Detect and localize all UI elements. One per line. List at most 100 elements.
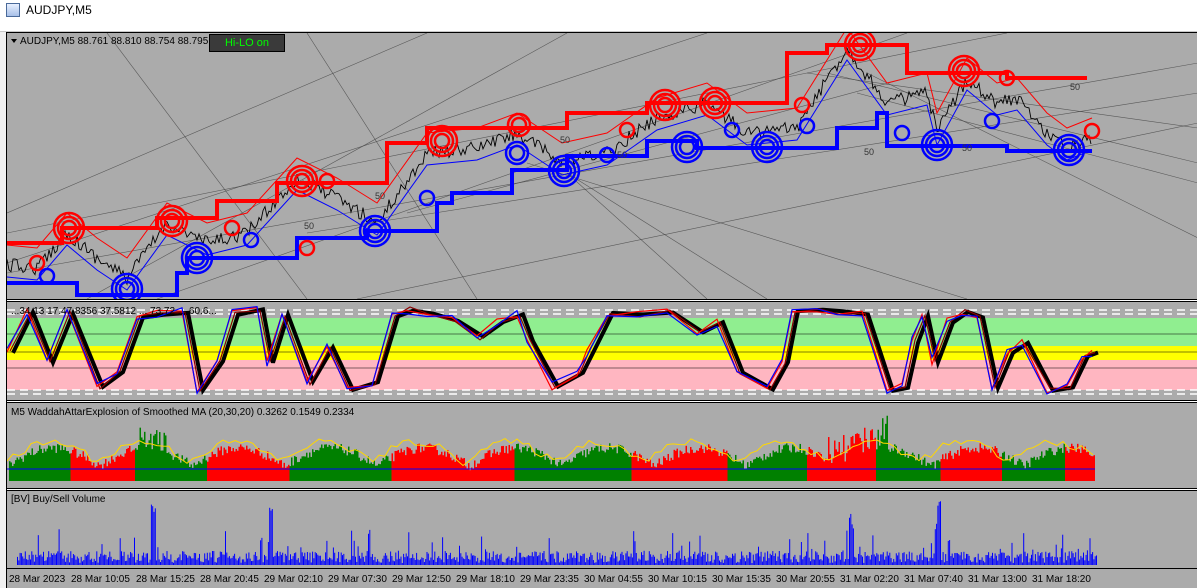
volume-bar [659,560,661,565]
waddah-bar [183,461,185,481]
volume-bar [943,562,945,565]
waddah-bar [750,460,752,481]
waddah-bar [328,444,330,481]
volume-bar [465,552,467,565]
volume-pane[interactable]: [BV] Buy/Sell Volume [7,491,1197,568]
waddah-bar [519,449,521,481]
waddah-bar [436,450,438,481]
volume-bar [728,557,730,565]
waddah-bar [219,450,221,481]
volume-bar [691,558,693,565]
waddah-bar [661,464,663,481]
waddah-bar [480,459,482,481]
waddah-bar [796,451,798,481]
time-tick: 31 Mar 02:20 [840,574,899,585]
volume-bar [1005,557,1006,565]
volume-bar [188,555,190,565]
volume-bar [369,529,371,565]
volume-bar [839,559,841,565]
volume-bar [82,561,83,565]
waddah-bar [648,461,650,481]
waddah-bar [564,462,566,481]
waddah-bar [642,458,644,481]
volume-bar [1014,557,1016,565]
volume-bar [392,560,394,565]
waddah-bar [441,451,443,481]
volume-bar [33,561,35,565]
volume-bar [434,551,436,565]
volume-bar [520,552,522,565]
waddah-bar [133,449,135,481]
chart-area[interactable]: 50 50 50 50 50 50 50 AUDJPY,M5 88.761 88.810 8… [6,32,1197,588]
volume-bar [1041,552,1043,565]
waddah-bar [487,450,489,481]
waddah-bar [471,467,473,481]
waddah-bar [139,427,141,481]
volume-bar [284,553,286,565]
waddah-bar [528,447,530,481]
volume-bar [683,555,685,565]
volume-bar [472,555,473,565]
waddah-bar [369,463,371,481]
volume-bar [720,562,722,565]
volume-bar [37,535,39,565]
volume-bar [452,558,454,565]
volume-bar [400,556,402,565]
waddah-bar [652,463,654,481]
volume-bar [1080,555,1082,565]
volume-bar [429,560,431,565]
oversold-zone [7,360,1197,390]
volume-bar [518,552,520,565]
time-axis[interactable]: 28 Mar 2023 28 Mar 10:05 28 Mar 15:25 28… [7,568,1197,588]
volume-bar [280,554,282,565]
waddah-bar [685,445,687,481]
hilo-toggle-button[interactable]: Hi-LO on [209,34,285,52]
stochastic-pane[interactable]: ...34.13 17.47 8356 37.5812 ... 73.72 ..… [7,302,1197,400]
volume-bar [396,559,398,565]
waddah-pane[interactable]: M5 WaddahAttarExplosion of Smoothed MA (… [7,403,1197,488]
waddah-bar [1084,446,1086,481]
volume-bar [967,553,969,565]
volume-bar [297,558,299,565]
waddah-bar [937,460,939,481]
volume-bar [1093,559,1095,565]
volume-bar [760,551,762,565]
waddah-bar [850,436,852,481]
waddah-bar [64,447,66,481]
volume-bar [673,560,675,565]
waddah-bar [720,452,722,481]
volume-bar [395,552,397,565]
fan-line [566,172,768,299]
volume-bar [602,555,603,565]
waddah-bar [525,445,527,481]
waddah-bar [882,418,884,481]
waddah-bar [970,450,972,481]
volume-bar [759,556,761,565]
price-pane[interactable]: 50 50 50 50 50 50 50 AUDJPY,M5 88.761 88.810 8… [7,33,1197,299]
waddah-bar [120,454,122,481]
volume-bar [67,553,69,565]
volume-bar [819,559,821,565]
volume-bar [504,562,506,565]
volume-bar [538,555,540,565]
volume-bar [546,561,548,565]
volume-bar [1037,551,1039,565]
volume-bar [646,560,648,565]
volume-bar [807,533,809,565]
volume-bar [249,558,251,565]
waddah-bar [160,450,162,481]
volume-bar [995,555,997,565]
dropdown-icon[interactable] [11,39,17,44]
waddah-bar [532,452,534,481]
volume-bar [729,557,731,565]
volume-bar [855,557,857,565]
volume-bar [343,553,345,565]
waddah-bar [949,450,951,481]
volume-bar [1088,560,1090,565]
volume-bar [110,556,112,565]
volume-bar [737,561,739,565]
volume-bar [633,531,635,565]
waddah-bar [363,458,365,481]
volume-bar [327,559,329,565]
volume-bar [555,562,557,565]
